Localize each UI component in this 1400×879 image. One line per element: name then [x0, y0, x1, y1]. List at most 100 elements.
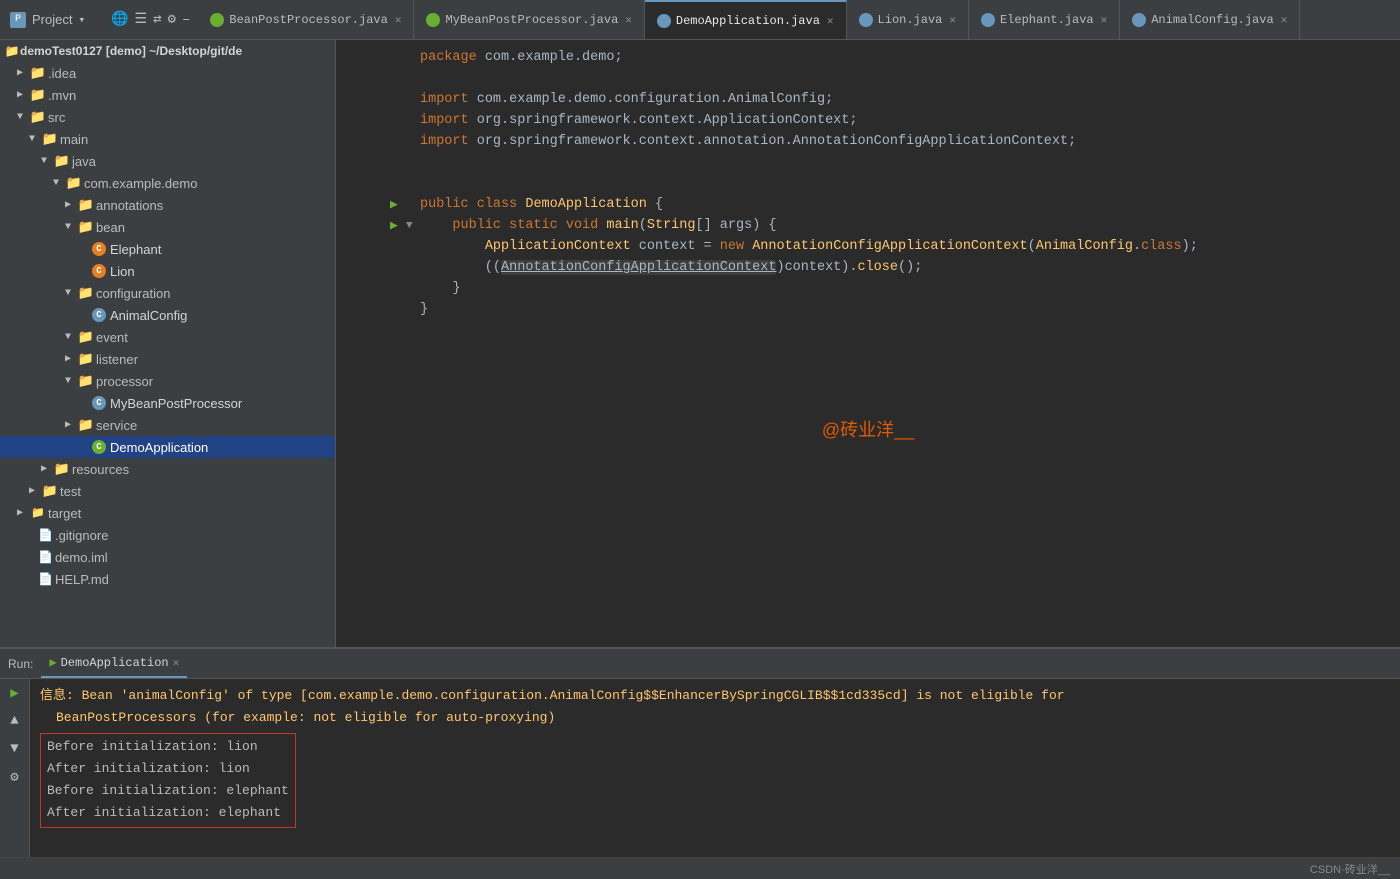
- item-label: main: [60, 132, 88, 147]
- java-file-icon: C: [92, 440, 106, 454]
- item-label: listener: [96, 352, 138, 367]
- item-label: .mvn: [48, 88, 76, 103]
- top-icon-swap[interactable]: ⇄: [153, 11, 161, 28]
- project-label[interactable]: Project: [32, 12, 72, 27]
- sidebar-item-target[interactable]: ▶ 📁 target: [0, 502, 335, 524]
- sidebar-item-mvn[interactable]: ▶ 📁 .mvn: [0, 84, 335, 106]
- root-folder-icon: 📁: [4, 43, 20, 59]
- run-sidebar: ▶ ▲ ▼ ⚙: [0, 679, 30, 857]
- folder-icon: 📁: [30, 109, 46, 125]
- spacer: [20, 549, 38, 565]
- tab-close-beanpostprocessor[interactable]: ✕: [395, 13, 402, 27]
- folder-icon: 📁: [78, 417, 94, 433]
- item-label: HELP.md: [55, 572, 109, 587]
- tab-close-mybeanpostprocessor[interactable]: ✕: [625, 13, 632, 27]
- sidebar-item-resources[interactable]: ▶ 📁 resources: [0, 458, 335, 480]
- code-line-main-method: ▶ ▼ public static void main(String[] arg…: [336, 216, 1400, 237]
- run-play-button[interactable]: ▶: [5, 683, 25, 703]
- sidebar-item-main[interactable]: ▼ 📁 main: [0, 128, 335, 150]
- project-section: P Project ▾ 🌐 ☰ ⇄ ⚙ –: [10, 11, 190, 28]
- spacer: [76, 263, 92, 279]
- tab-close-animalconfig[interactable]: ✕: [1281, 13, 1288, 27]
- folder-icon: 📁: [42, 131, 58, 147]
- item-label: com.example.demo: [84, 176, 197, 191]
- sidebar-item-event[interactable]: ▼ 📁 event: [0, 326, 335, 348]
- folder-icon: 📁: [42, 483, 58, 499]
- root-item-label: demoTest0127 [demo] ~/Desktop/git/de: [20, 44, 242, 58]
- sidebar-item-src[interactable]: ▼ 📁 src: [0, 106, 335, 128]
- run-button[interactable]: ▶: [390, 195, 406, 215]
- sidebar-item-help-md[interactable]: 📄 HELP.md: [0, 568, 335, 590]
- item-label: java: [72, 154, 96, 169]
- tab-demoapplication[interactable]: DemoApplication.java ✕: [645, 0, 847, 39]
- arrow-icon: ▼: [60, 219, 76, 235]
- run-scroll-up-button[interactable]: ▲: [5, 711, 25, 731]
- sidebar-item-com-example-demo[interactable]: ▼ 📁 com.example.demo: [0, 172, 335, 194]
- run-content: ▶ ▲ ▼ ⚙ 信息: Bean 'animalConfig' of type …: [0, 679, 1400, 857]
- code-editor[interactable]: package com.example.demo; import com.exa…: [336, 40, 1400, 647]
- sidebar-item-animalconfig[interactable]: C AnimalConfig: [0, 304, 335, 326]
- sidebar-item-gitignore[interactable]: 📄 .gitignore: [0, 524, 335, 546]
- sidebar-item-demo-iml[interactable]: 📄 demo.iml: [0, 546, 335, 568]
- spacer: [76, 307, 92, 323]
- tab-close-elephant[interactable]: ✕: [1101, 13, 1108, 27]
- top-icon-minus[interactable]: –: [182, 12, 190, 28]
- output-warning-line2: BeanPostProcessors (for example: not eli…: [40, 707, 1390, 729]
- top-icon-align[interactable]: ☰: [135, 11, 148, 28]
- output-warning-line1: 信息: Bean 'animalConfig' of type [com.exa…: [40, 685, 1390, 707]
- item-label: AnimalConfig: [110, 308, 187, 323]
- sidebar-item-lion[interactable]: C Lion: [0, 260, 335, 282]
- item-label: configuration: [96, 286, 170, 301]
- code-line-class-decl: ▶ public class DemoApplication {: [336, 195, 1400, 216]
- run-output[interactable]: 信息: Bean 'animalConfig' of type [com.exa…: [30, 679, 1400, 857]
- top-icon-gear[interactable]: ⚙: [168, 11, 176, 28]
- run-scroll-down-button[interactable]: ▼: [5, 739, 25, 759]
- tab-animalconfig[interactable]: AnimalConfig.java ✕: [1120, 0, 1300, 39]
- item-label: MyBeanPostProcessor: [110, 396, 242, 411]
- main-content: 📁 demoTest0127 [demo] ~/Desktop/git/de ▶…: [0, 40, 1400, 647]
- sidebar-item-demoapplication[interactable]: C DemoApplication: [0, 436, 335, 458]
- sidebar-item-configuration[interactable]: ▼ 📁 configuration: [0, 282, 335, 304]
- item-label: target: [48, 506, 81, 521]
- sidebar-item-java[interactable]: ▼ 📁 java: [0, 150, 335, 172]
- sidebar-item-annotations[interactable]: ▶ 📁 annotations: [0, 194, 335, 216]
- run-tab-bar: Run: ▶ DemoApplication ✕: [0, 649, 1400, 679]
- spacer: [76, 241, 92, 257]
- code-line: import com.example.demo.configuration.An…: [336, 90, 1400, 111]
- sidebar-item-listener[interactable]: ▶ 📁 listener: [0, 348, 335, 370]
- sidebar-item-idea[interactable]: ▶ 📁 .idea: [0, 62, 335, 84]
- tab-mybeanpostprocessor[interactable]: MyBeanPostProcessor.java ✕: [414, 0, 644, 39]
- project-root-item[interactable]: 📁 demoTest0127 [demo] ~/Desktop/git/de: [0, 40, 335, 62]
- item-label: event: [96, 330, 128, 345]
- run-settings-button[interactable]: ⚙: [5, 767, 25, 787]
- run-tab-close-btn[interactable]: ✕: [173, 656, 180, 670]
- sidebar-item-bean[interactable]: ▼ 📁 bean: [0, 216, 335, 238]
- run-main-button[interactable]: ▶: [390, 216, 406, 236]
- sidebar-item-test[interactable]: ▶ 📁 test: [0, 480, 335, 502]
- spacer: [76, 395, 92, 411]
- arrow-icon: ▼: [60, 373, 76, 389]
- file-icon: 📄: [38, 550, 53, 565]
- folder-icon: 📁: [30, 87, 46, 103]
- java-file-icon: C: [92, 396, 106, 410]
- project-dropdown-icon[interactable]: ▾: [78, 13, 85, 27]
- sidebar-item-mybeanpostprocessor[interactable]: C MyBeanPostProcessor: [0, 392, 335, 414]
- spacer: [20, 571, 38, 587]
- arrow-icon: ▼: [48, 175, 64, 191]
- item-label: Lion: [110, 264, 135, 279]
- project-icon: P: [10, 12, 26, 28]
- sidebar-item-service[interactable]: ▶ 📁 service: [0, 414, 335, 436]
- sidebar-item-processor[interactable]: ▼ 📁 processor: [0, 370, 335, 392]
- arrow-icon: ▶: [36, 461, 52, 477]
- arrow-icon: ▶: [12, 87, 28, 103]
- tab-lion[interactable]: Lion.java ✕: [847, 0, 969, 39]
- tab-beanpostprocessor[interactable]: BeanPostProcessor.java ✕: [198, 0, 414, 39]
- status-bar-text: CSDN·砖业洋__: [1310, 861, 1390, 877]
- tab-elephant[interactable]: Elephant.java ✕: [969, 0, 1120, 39]
- folder-icon: 📁: [66, 175, 82, 191]
- tab-close-demoapplication[interactable]: ✕: [827, 14, 834, 28]
- tab-close-lion[interactable]: ✕: [949, 13, 956, 27]
- run-tab-demoapplication[interactable]: ▶ DemoApplication ✕: [41, 649, 187, 678]
- sidebar-item-elephant[interactable]: C Elephant: [0, 238, 335, 260]
- top-icon-globe[interactable]: 🌐: [111, 11, 128, 28]
